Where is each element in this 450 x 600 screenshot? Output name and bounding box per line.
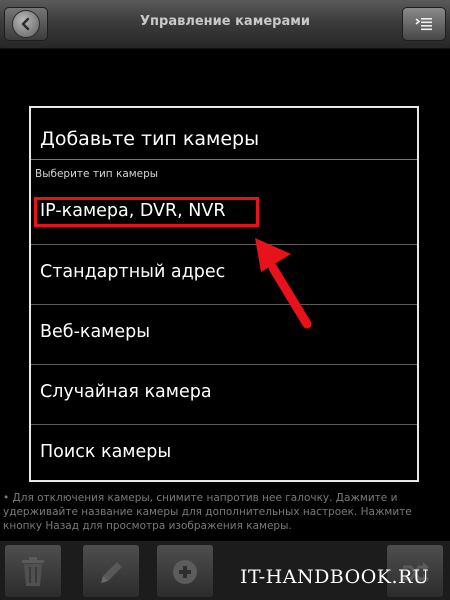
menu-button[interactable] xyxy=(402,7,446,41)
menu-list-icon xyxy=(415,18,432,31)
help-text: • Для отключения камеры, снимите напроти… xyxy=(3,492,412,532)
option-label: Случайная камера xyxy=(40,382,212,402)
option-search-camera[interactable]: Поиск камеры xyxy=(31,424,417,484)
dialog-subtitle: Выберите тип камеры xyxy=(35,168,159,180)
option-label: Веб-камеры xyxy=(40,322,151,342)
option-label: Поиск камеры xyxy=(40,442,172,462)
pencil-icon xyxy=(101,562,122,583)
action-bar: Управление камерами xyxy=(0,0,450,49)
add-camera-type-dialog: Добавьте тип камеры Выберите тип камеры … xyxy=(29,106,419,482)
option-webcams[interactable]: Веб-камеры xyxy=(31,304,417,364)
option-standard-address[interactable]: Стандартный адрес xyxy=(31,244,417,304)
trash-icon xyxy=(22,557,44,586)
dialog-title: Добавьте тип камеры xyxy=(40,128,260,150)
add-icon xyxy=(173,560,197,584)
option-ip-camera[interactable]: IP-камера, DVR, NVR xyxy=(31,184,417,244)
add-camera-button[interactable] xyxy=(157,545,213,597)
page-title: Управление камерами xyxy=(140,14,310,29)
delete-button[interactable] xyxy=(5,545,61,597)
edit-button[interactable] xyxy=(83,545,139,597)
option-label: Стандартный адрес xyxy=(40,262,226,282)
red-arrow-icon xyxy=(255,238,312,329)
title-divider xyxy=(31,159,417,160)
watermark: IT-HANDBOOK.RU xyxy=(240,566,430,588)
option-label: IP-камера, DVR, NVR xyxy=(40,201,226,221)
option-random-camera[interactable]: Случайная камера xyxy=(31,364,417,424)
